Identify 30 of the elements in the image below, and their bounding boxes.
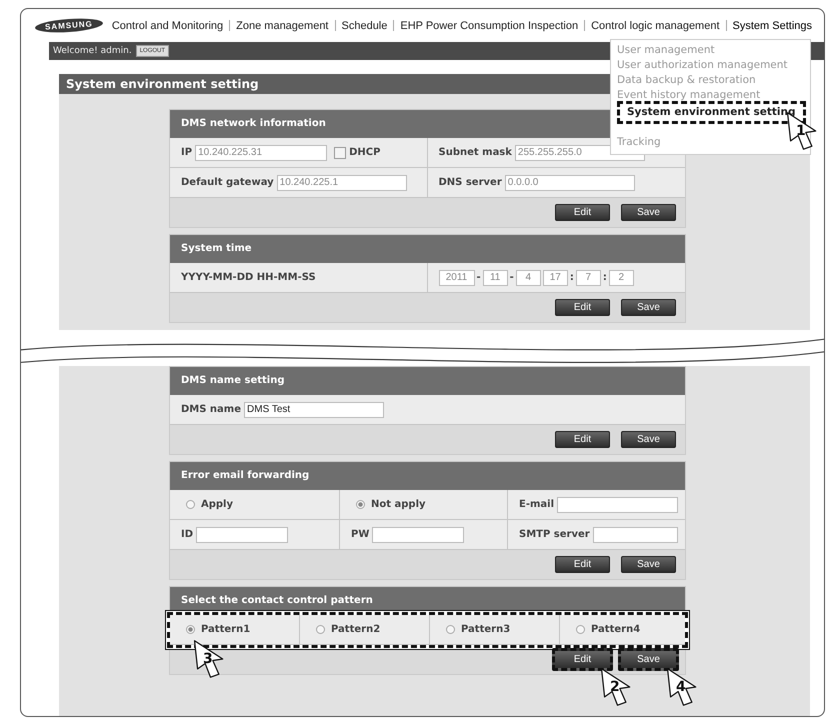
panel-title: System time (170, 235, 685, 263)
field-label: IP (181, 147, 192, 158)
field-label: DMS name (181, 404, 242, 415)
field-label: ID (181, 529, 194, 540)
checkbox-label: DHCP (349, 147, 380, 158)
panel-title: DMS name setting (170, 367, 685, 395)
separator-text: : (602, 272, 607, 283)
step-number: 2 (610, 678, 620, 696)
radio-label: Pattern3 (461, 624, 510, 635)
radio-label: Pattern2 (331, 624, 380, 635)
logo: SAMSUNG (34, 16, 104, 34)
radio-label: Apply (201, 499, 234, 510)
panel-title: Error email forwarding (170, 462, 685, 490)
radio-label: Not apply (371, 499, 426, 510)
field-label: PW (351, 529, 370, 540)
field-label: YYYY-MM-DD HH-MM-SS (181, 272, 316, 283)
step-number: 3 (203, 650, 213, 668)
welcome-text: Welcome! admin. (53, 46, 132, 56)
step-number: 1 (796, 122, 806, 140)
field-label: E-mail (519, 499, 554, 510)
field-label: DNS server (438, 177, 502, 188)
radio-label: Pattern4 (591, 624, 640, 635)
field-label: SMTP server (519, 529, 590, 540)
radio-label: Pattern1 (201, 624, 250, 635)
separator-text: - (510, 272, 514, 283)
field-label: Subnet mask (438, 147, 512, 158)
field-label: Default gateway (181, 177, 274, 188)
step-number: 4 (676, 678, 686, 696)
separator-text: : (570, 272, 574, 283)
separator-text: - (476, 272, 481, 283)
